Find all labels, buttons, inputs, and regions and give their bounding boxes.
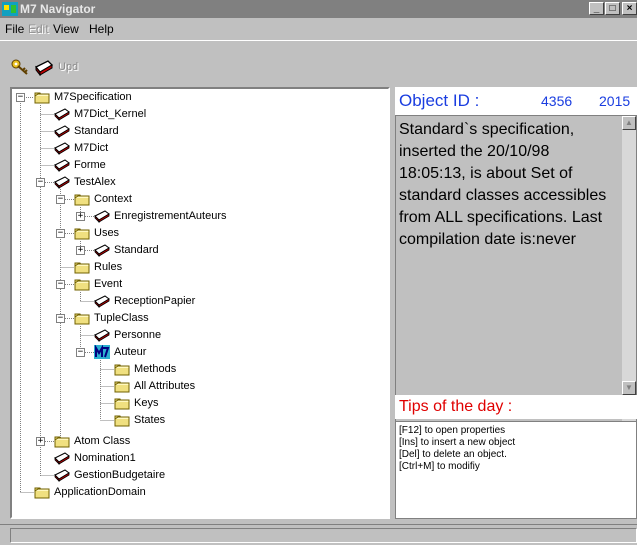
collapse-icon[interactable]: −: [16, 93, 25, 102]
collapse-icon[interactable]: −: [76, 348, 85, 357]
class-icon: [54, 108, 70, 121]
folder-icon: [114, 364, 130, 376]
menu-edit[interactable]: Edit: [28, 22, 49, 36]
details-panel: Object ID : 4356 2015 Standard`s specifi…: [395, 87, 637, 519]
tip-line: [Ins] to insert a new object: [399, 437, 516, 448]
collapse-icon[interactable]: −: [56, 229, 65, 238]
menu-file[interactable]: File: [5, 22, 24, 36]
class-icon: [54, 142, 70, 155]
folder-icon: [54, 436, 70, 448]
collapse-icon[interactable]: −: [56, 280, 65, 289]
class-icon: [54, 159, 70, 172]
class-icon: [54, 469, 70, 482]
folder-icon: [74, 313, 90, 325]
scroll-up-icon[interactable]: ▲: [622, 116, 636, 130]
tip-line: [F12] to open properties: [399, 425, 506, 436]
toolbar: Upd: [0, 40, 637, 83]
m7-icon: [94, 345, 110, 359]
tips-header: Tips of the day :: [395, 395, 637, 419]
menu-view[interactable]: View: [53, 22, 79, 36]
folder-icon: [74, 228, 90, 240]
class-icon: [54, 452, 70, 465]
close-button[interactable]: ×: [622, 2, 637, 15]
folder-icon: [34, 487, 50, 499]
app-icon: [2, 2, 18, 16]
collapse-icon[interactable]: −: [36, 178, 45, 187]
object-id-value-2: 2015: [599, 93, 631, 109]
class-icon: [94, 244, 110, 257]
class-icon: [94, 295, 110, 308]
object-id-value: 4356: [541, 93, 573, 109]
scroll-down-icon[interactable]: ▼: [622, 381, 636, 395]
object-description: Standard`s specification, inserted the 2…: [399, 121, 607, 248]
class-icon: [94, 210, 110, 223]
folder-icon: [74, 194, 90, 206]
status-pane: [10, 528, 637, 543]
window-title: M7 Navigator: [20, 2, 96, 16]
class-icon: [54, 176, 70, 189]
class-icon: [54, 125, 70, 138]
class-icon[interactable]: [33, 58, 55, 76]
collapse-icon[interactable]: −: [56, 314, 65, 323]
expand-icon[interactable]: +: [36, 437, 45, 446]
object-id-label: Object ID :: [399, 91, 480, 110]
folder-icon: [114, 381, 130, 393]
tips-box: [F12] to open properties [Ins] to insert…: [395, 421, 637, 519]
folder-icon: [34, 92, 50, 104]
update-button[interactable]: Upd: [58, 61, 78, 73]
folder-icon: [74, 279, 90, 291]
title-bar: M7 Navigator _ □ ×: [0, 0, 637, 18]
object-id-header: Object ID : 4356 2015: [395, 87, 637, 115]
tip-line: [Del] to delete an object.: [399, 449, 507, 460]
status-bar: [0, 524, 637, 545]
tree-view[interactable]: − − − + − + − − − + M7Specification M7Di…: [10, 87, 390, 519]
tips-title: Tips of the day :: [399, 398, 513, 415]
expand-icon[interactable]: +: [76, 246, 85, 255]
class-icon: [94, 329, 110, 342]
collapse-icon[interactable]: −: [56, 195, 65, 204]
folder-icon: [114, 415, 130, 427]
folder-icon: [114, 398, 130, 410]
menu-help[interactable]: Help: [89, 22, 114, 36]
key-icon[interactable]: [10, 58, 32, 76]
menu-bar: File Edit View Help: [0, 19, 637, 37]
expand-icon[interactable]: +: [76, 212, 85, 221]
folder-icon: [74, 262, 90, 274]
maximize-button[interactable]: □: [605, 2, 620, 15]
minimize-button[interactable]: _: [589, 2, 604, 15]
tip-line: [Ctrl+M] to modifiy: [399, 461, 480, 472]
